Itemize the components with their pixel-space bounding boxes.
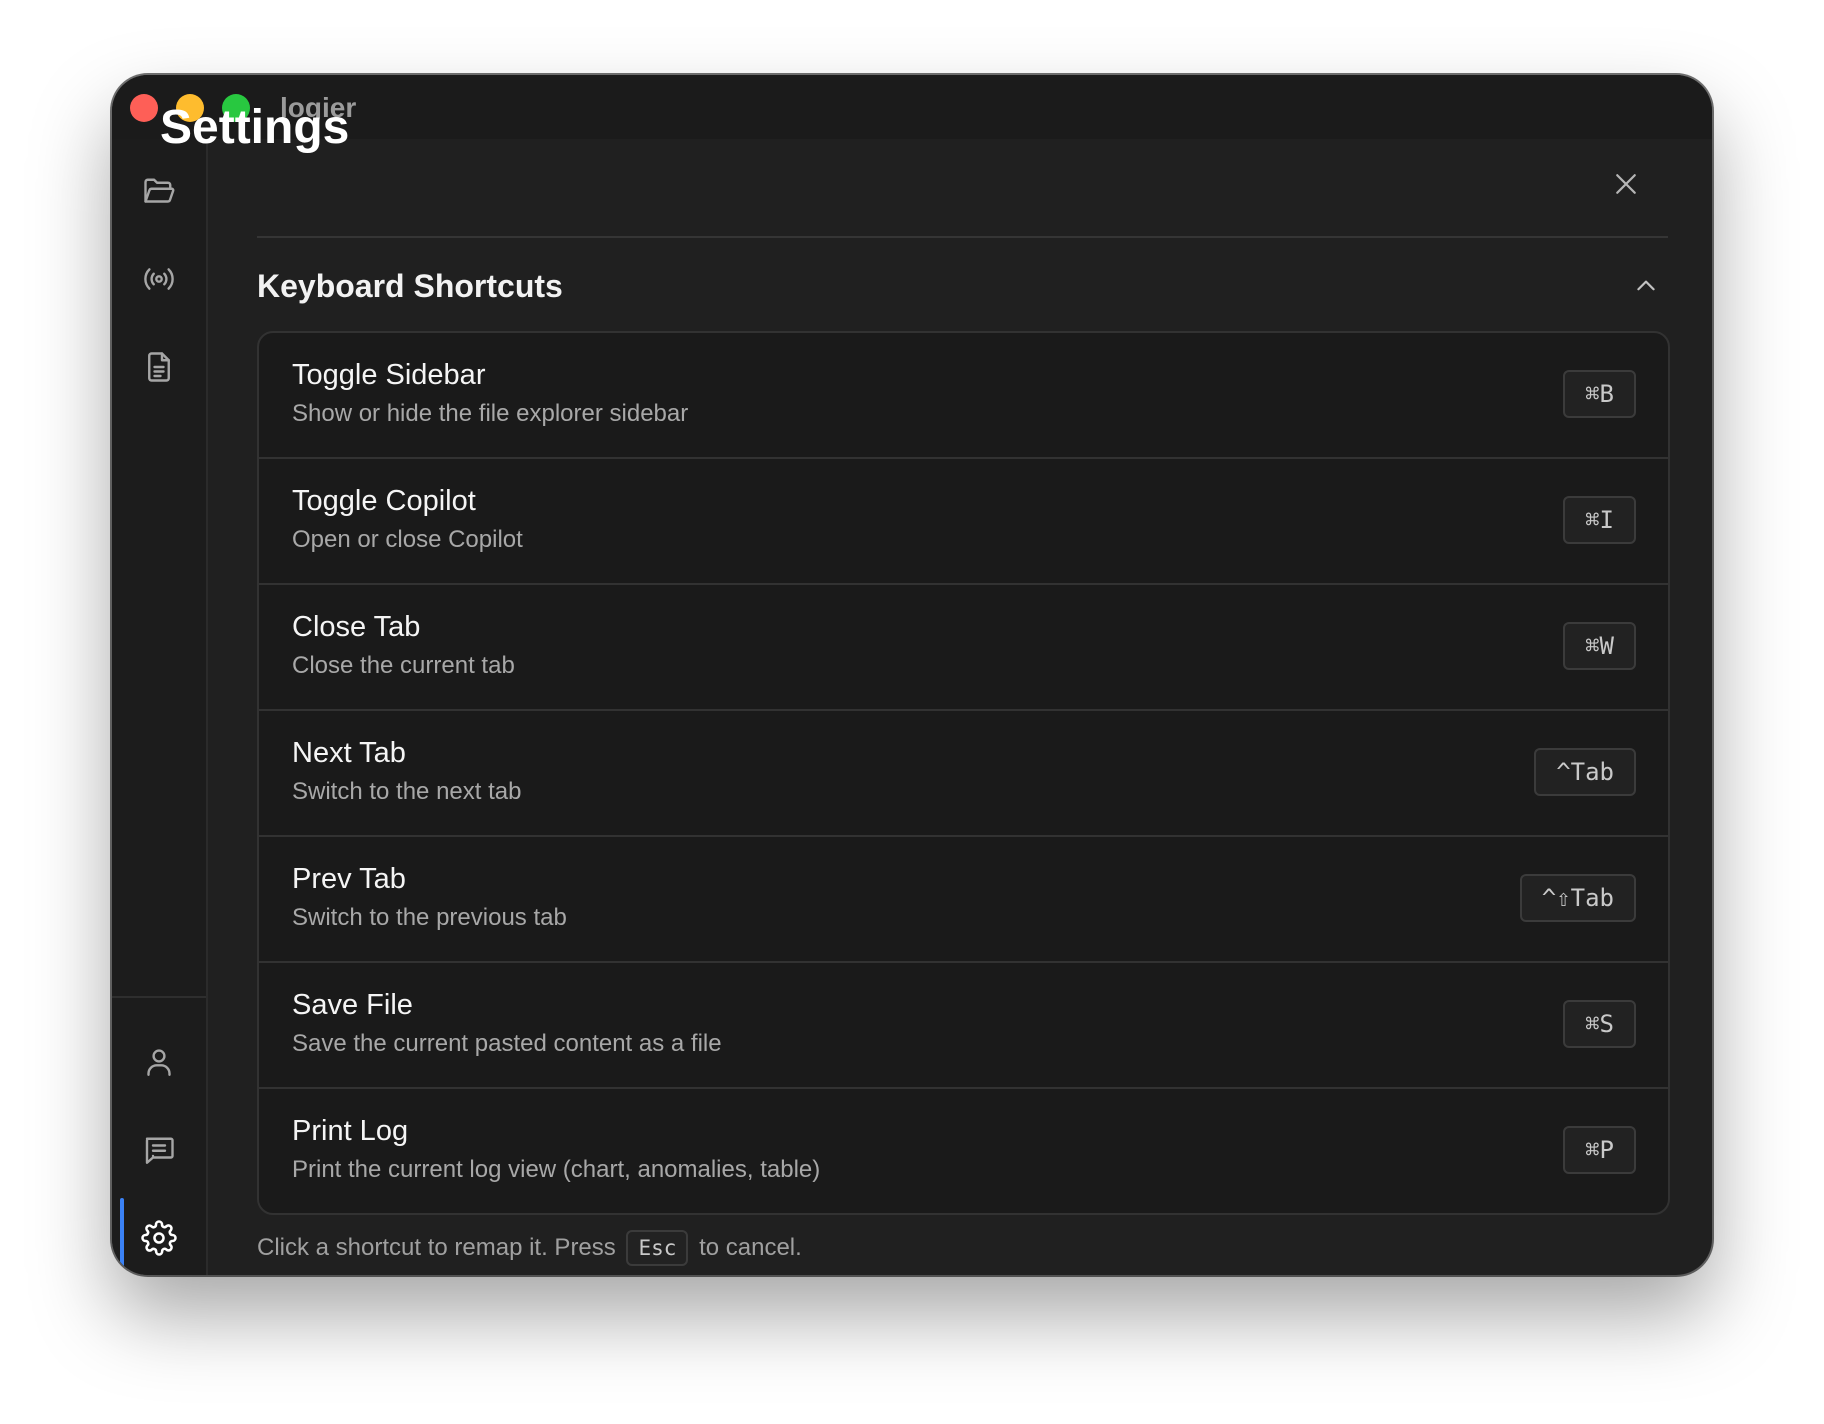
shortcut-row-toggle-sidebar[interactable]: Toggle Sidebar Show or hide the file exp… (259, 333, 1668, 459)
chevron-up-icon (1637, 280, 1655, 291)
hint-text-after: to cancel. (699, 1234, 802, 1261)
rail-divider (112, 996, 206, 998)
rail-item-documents[interactable] (129, 337, 189, 397)
shortcut-description: Save the current pasted content as a fil… (292, 1030, 722, 1057)
shortcut-name: Save File (292, 989, 413, 1021)
shortcut-name: Toggle Copilot (292, 485, 476, 517)
gear-icon (141, 1220, 177, 1256)
shortcut-row-close-tab[interactable]: Close Tab Close the current tab ⌘W (259, 585, 1668, 711)
shortcut-key-badge[interactable]: ^Tab (1534, 748, 1636, 796)
shortcut-description: Close the current tab (292, 652, 515, 679)
document-icon (148, 352, 170, 382)
shortcut-key-badge[interactable]: ⌘B (1563, 370, 1636, 418)
close-icon (1616, 174, 1636, 194)
shortcut-key-badge[interactable]: ⌘I (1563, 496, 1636, 544)
shortcut-key-badge[interactable]: ⌘S (1563, 1000, 1636, 1048)
shortcut-key-badge[interactable]: ^⇧Tab (1519, 874, 1636, 922)
esc-key-badge: Esc (626, 1230, 689, 1266)
shortcut-description: Switch to the next tab (292, 778, 522, 805)
rail-item-account[interactable] (129, 1032, 189, 1092)
shortcut-row-next-tab[interactable]: Next Tab Switch to the next tab ^Tab (259, 711, 1668, 837)
shortcut-row-prev-tab[interactable]: Prev Tab Switch to the previous tab ^⇧Ta… (259, 837, 1668, 963)
shortcut-list: Toggle Sidebar Show or hide the file exp… (257, 331, 1670, 1215)
rail-item-stream[interactable] (129, 249, 189, 309)
remap-hint: Click a shortcut to remap it. Press Esc … (257, 1230, 802, 1266)
shortcut-name: Next Tab (292, 737, 406, 769)
rail-item-feedback[interactable] (129, 1120, 189, 1180)
shortcut-description: Open or close Copilot (292, 526, 523, 553)
section-header-keyboard-shortcuts[interactable]: Keyboard Shortcuts (257, 258, 1668, 314)
hint-text-before: Click a shortcut to remap it. Press (257, 1234, 616, 1261)
shortcut-name: Print Log (292, 1115, 409, 1147)
rail-active-indicator (120, 1198, 124, 1275)
shortcut-row-toggle-copilot[interactable]: Toggle Copilot Open or close Copilot ⌘I (259, 459, 1668, 585)
shortcut-key-badge[interactable]: ⌘P (1563, 1126, 1636, 1174)
title-bar: logier (112, 75, 1712, 139)
rail-item-files[interactable] (129, 161, 189, 221)
close-settings-button[interactable] (1600, 158, 1652, 210)
icon-rail (112, 139, 208, 1275)
shortcut-name: Close Tab (292, 611, 421, 643)
shortcut-row-save-file[interactable]: Save File Save the current pasted conten… (259, 963, 1668, 1089)
shortcut-name: Toggle Sidebar (292, 359, 486, 391)
shortcut-key-badge[interactable]: ⌘W (1563, 622, 1636, 670)
title-divider (257, 236, 1668, 238)
shortcut-description: Print the current log view (chart, anoma… (292, 1156, 821, 1183)
shortcut-description: Show or hide the file explorer sidebar (292, 400, 689, 427)
close-window-button[interactable] (130, 94, 158, 122)
message-icon (145, 1137, 174, 1164)
shortcut-description: Switch to the previous tab (292, 904, 567, 931)
shortcut-name: Prev Tab (292, 863, 406, 895)
section-title: Keyboard Shortcuts (257, 268, 563, 304)
broadcast-icon (144, 268, 174, 290)
collapse-section-button[interactable] (1624, 264, 1668, 308)
shortcut-row-print-log[interactable]: Print Log Print the current log view (ch… (259, 1089, 1668, 1213)
folder-open-icon (144, 178, 175, 203)
page-title: Settings (160, 101, 350, 154)
user-icon (147, 1049, 171, 1076)
rail-item-settings[interactable] (129, 1208, 189, 1268)
